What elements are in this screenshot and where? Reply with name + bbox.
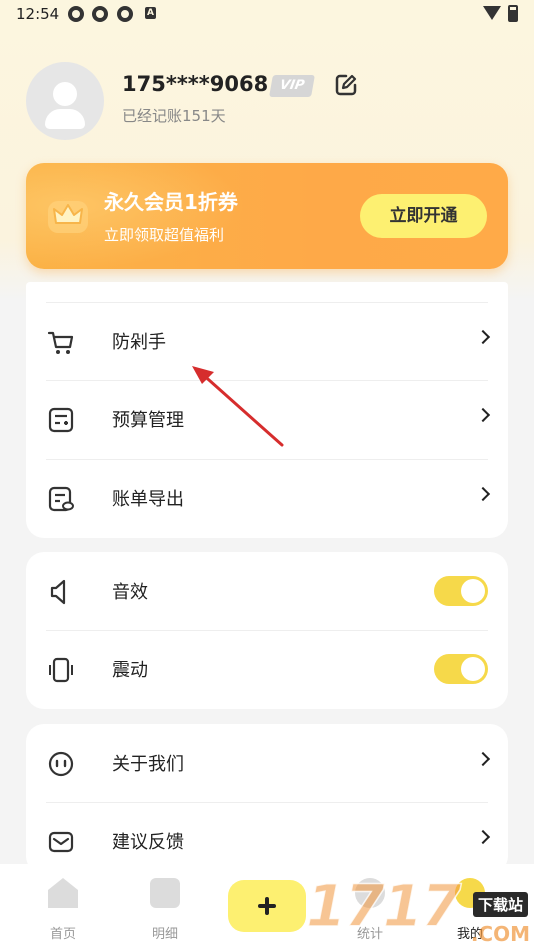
chevron-right-icon xyxy=(475,407,491,423)
watermark-site: 下载站 xyxy=(472,892,528,917)
status-bar: 12:54 A xyxy=(0,0,534,28)
vip-badge[interactable]: VIP xyxy=(269,75,315,97)
setting-vibration: 震动 xyxy=(26,630,508,708)
setting-label: 震动 xyxy=(112,660,148,681)
settings-card: 音效 震动 xyxy=(26,552,508,709)
divider xyxy=(46,380,488,381)
status-time: 12:54 xyxy=(16,5,60,23)
crown-icon xyxy=(48,201,88,233)
divider xyxy=(46,302,488,303)
tab-label: 明细 xyxy=(151,927,178,942)
chevron-right-icon xyxy=(475,329,491,345)
avatar-body-shape xyxy=(45,109,85,129)
cart-icon xyxy=(47,331,74,354)
divider xyxy=(46,459,488,460)
vibration-toggle[interactable] xyxy=(434,654,488,684)
watermark: 1717 下载站 .COM xyxy=(305,871,534,950)
a-icon: A xyxy=(145,7,156,19)
menu-item-budget[interactable]: 预算管理 xyxy=(26,380,508,458)
user-phone: 175****9068 xyxy=(122,72,269,96)
setting-sound: 音效 xyxy=(26,552,508,630)
about-card: 关于我们 建议反馈 xyxy=(26,724,508,874)
wifi-icon xyxy=(483,6,501,20)
plus-icon-vertical xyxy=(265,897,269,915)
edit-icon[interactable] xyxy=(334,73,358,97)
avatar-head-shape xyxy=(53,82,77,106)
chevron-right-icon xyxy=(475,751,491,767)
chevron-right-icon xyxy=(475,486,491,502)
list-icon xyxy=(150,878,180,908)
vip-promo-banner[interactable]: 永久会员1折券 立即领取超值福利 立即开通 xyxy=(26,163,508,269)
smile-icon xyxy=(48,751,74,777)
divider xyxy=(46,630,488,631)
budget-icon xyxy=(48,407,74,433)
sound-toggle[interactable] xyxy=(434,576,488,606)
watermark-domain: .COM xyxy=(470,922,530,946)
battery-icon xyxy=(508,5,518,22)
watermark-digits: 1717 xyxy=(305,871,462,941)
menu-item-label: 关于我们 xyxy=(112,754,184,775)
home-icon xyxy=(48,878,78,908)
add-record-button[interactable] xyxy=(228,880,306,932)
chevron-right-icon xyxy=(475,829,491,845)
menu-item-label: 账单导出 xyxy=(112,489,184,510)
promo-title: 永久会员1折券 xyxy=(104,190,238,214)
app-notification-icon xyxy=(68,6,84,22)
divider xyxy=(46,802,488,803)
menu-item-anti-impulse[interactable]: 防剁手 xyxy=(26,302,508,380)
activate-now-button[interactable]: 立即开通 xyxy=(360,194,487,238)
mail-icon xyxy=(48,831,74,853)
avatar[interactable] xyxy=(26,62,104,140)
menu-item-about-us[interactable]: 关于我们 xyxy=(26,724,508,802)
tab-details[interactable]: 明细 xyxy=(135,874,195,942)
tab-home[interactable]: 首页 xyxy=(33,874,93,942)
promo-subtitle: 立即领取超值福利 xyxy=(104,226,225,244)
vibrate-icon xyxy=(49,657,73,683)
menu-item-label: 预算管理 xyxy=(112,410,184,431)
setting-label: 音效 xyxy=(112,582,148,603)
record-days-text: 已经记账151天 xyxy=(122,107,226,125)
app-notification-icon xyxy=(92,6,108,22)
speaker-icon xyxy=(50,579,66,605)
tools-card: 防剁手 预算管理 账单导出 xyxy=(26,282,508,538)
toggle-knob xyxy=(461,579,485,603)
export-icon xyxy=(48,486,74,512)
app-notification-icon xyxy=(117,6,133,22)
menu-item-label: 建议反馈 xyxy=(112,832,184,853)
menu-item-bill-export[interactable]: 账单导出 xyxy=(26,459,508,537)
tab-label: 首页 xyxy=(49,927,76,942)
menu-item-label: 防剁手 xyxy=(112,332,166,353)
toggle-knob xyxy=(461,657,485,681)
